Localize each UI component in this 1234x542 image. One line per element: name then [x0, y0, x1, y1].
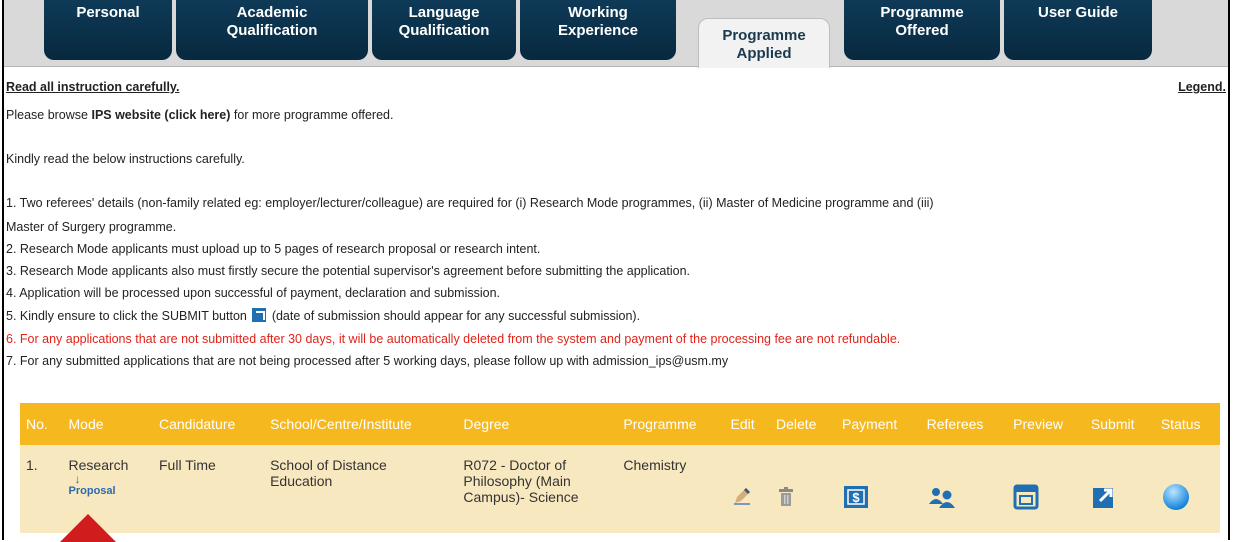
svg-text:$: $ [852, 490, 860, 505]
cell-submit [1085, 445, 1155, 533]
tab-label: Academic [236, 4, 308, 21]
cell-candidature: Full Time [159, 457, 216, 473]
tab-programme-offered[interactable]: Programme Offered [844, 0, 1000, 60]
tab-label: Offered [895, 22, 949, 39]
read-instructions-link[interactable]: Read all instruction carefully. [6, 80, 179, 94]
tab-language-qualification[interactable]: Language Qualification [372, 0, 516, 60]
instruction-item: 3. Research Mode applicants also must fi… [6, 264, 690, 278]
payment-icon[interactable]: $ [842, 484, 870, 510]
kindly-read-text: Kindly read the below instructions caref… [6, 152, 245, 166]
tab-label: Working [568, 4, 628, 21]
tab-label: Language [408, 4, 480, 21]
col-submit: Submit [1090, 416, 1135, 432]
col-referees: Referees [926, 416, 984, 432]
col-preview: Preview [1013, 416, 1063, 432]
col-mode: Mode [68, 416, 104, 432]
table-header-row: No. Mode Candidature School/Centre/Insti… [20, 403, 1220, 445]
cell-school: School of Distance Education [264, 445, 457, 533]
col-payment: Payment [841, 416, 898, 432]
trash-icon[interactable] [776, 486, 796, 508]
external-link-icon[interactable] [1091, 484, 1117, 510]
instruction-item: Master of Surgery programme. [6, 220, 177, 234]
instruction-text: (date of submission should appear for an… [268, 309, 641, 323]
browse-prefix: Please browse [6, 108, 92, 122]
mode-text: Research [68, 457, 129, 473]
col-degree: Degree [463, 416, 510, 432]
cell-referees [921, 445, 1008, 533]
tab-label: Applied [736, 45, 792, 62]
table-row: 1. Research ↓ Proposal Full Time School … [20, 445, 1220, 533]
preview-icon[interactable] [1013, 484, 1039, 510]
tab-personal[interactable]: Personal [44, 0, 172, 60]
instruction-item: 2. Research Mode applicants must upload … [6, 242, 541, 256]
tab-label: Programme [722, 27, 806, 44]
tab-label: User Guide [1037, 4, 1119, 21]
school-line: Education [270, 473, 333, 489]
instruction-item: 1. Two referees' details (non-family rel… [6, 196, 934, 210]
browse-suffix: for more programme offered. [230, 108, 394, 122]
cell-edit [725, 445, 770, 533]
arrow-pointer [60, 514, 116, 542]
proposal-link[interactable]: Proposal [69, 485, 147, 497]
instruction-item: 7. For any submitted applications that a… [6, 354, 729, 368]
tab-academic-qualification[interactable]: Academic Qualification [176, 0, 368, 60]
pencil-icon[interactable] [731, 486, 753, 508]
status-dot-icon [1162, 483, 1189, 510]
cell-status [1155, 445, 1220, 533]
external-link-icon [252, 308, 267, 322]
degree-line: Philosophy (Main [463, 473, 571, 489]
col-school: School/Centre/Institute [270, 416, 412, 432]
ips-website-link[interactable]: IPS website (click here) [91, 108, 230, 122]
cell-programme: Chemistry [623, 457, 687, 473]
col-status: Status [1160, 416, 1201, 432]
cell-preview [1007, 445, 1085, 533]
cell-no: 1. [26, 457, 38, 473]
col-edit: Edit [730, 416, 755, 432]
instruction-item-submit: 5. Kindly ensure to click the SUBMIT but… [6, 308, 640, 323]
tab-label: Personal [76, 4, 140, 21]
users-icon[interactable] [927, 486, 957, 508]
tab-label: Qualification [226, 22, 318, 39]
tab-working-experience[interactable]: Working Experience [520, 0, 676, 60]
tab-label: Qualification [398, 22, 490, 39]
tab-label: Programme [880, 4, 964, 21]
col-no: No. [26, 416, 48, 432]
applications-table: No. Mode Candidature School/Centre/Insti… [20, 403, 1220, 533]
tab-bar: Personal Academic Qualification Language… [4, 0, 1228, 68]
browse-line: Please browse IPS website (click here) f… [6, 108, 393, 122]
tab-programme-applied[interactable]: Programme Applied [698, 18, 830, 68]
tab-label: Experience [557, 22, 639, 39]
instruction-text: 5. Kindly ensure to click the SUBMIT but… [6, 309, 247, 323]
col-programme: Programme [623, 416, 697, 432]
tab-user-guide[interactable]: User Guide [1004, 0, 1152, 60]
degree-line: Campus)- Science [463, 489, 579, 505]
proposal-download[interactable]: ↓ Proposal [69, 473, 147, 497]
school-line: School of Distance [270, 457, 387, 473]
cell-degree: R072 - Doctor of Philosophy (Main Campus… [457, 445, 617, 533]
instruction-item: 4. Application will be processed upon su… [6, 286, 501, 300]
instruction-item-warning: 6. For any applications that are not sub… [6, 332, 901, 346]
legend-link[interactable]: Legend. [1178, 80, 1226, 94]
col-candidature: Candidature [159, 416, 236, 432]
degree-line: R072 - Doctor of [463, 457, 567, 473]
col-delete: Delete [775, 416, 817, 432]
cell-payment: $ [836, 445, 921, 533]
cell-delete [770, 445, 836, 533]
download-icon: ↓ [74, 472, 81, 486]
